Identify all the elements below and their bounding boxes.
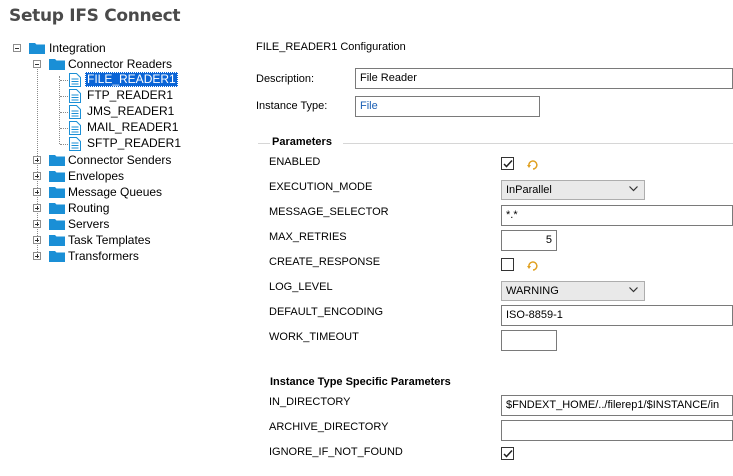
folder-icon (29, 43, 45, 54)
tree-line (59, 76, 60, 144)
log-level-select[interactable]: WARNING (501, 281, 645, 301)
checkmark-icon (503, 159, 513, 168)
folder-icon (49, 187, 65, 198)
checkmark-icon (503, 449, 513, 458)
instance-params-title: Instance Type Specific Parameters (270, 376, 451, 388)
message-selector-label: MESSAGE_SELECTOR (269, 206, 389, 218)
document-icon (69, 105, 81, 119)
instance-type-label: Instance Type: (256, 100, 328, 112)
chevron-down-icon (629, 287, 638, 293)
tree-item-connector-senders[interactable]: Connector Senders (66, 153, 173, 168)
archive-directory-field[interactable] (501, 420, 733, 441)
enabled-checkbox[interactable] (501, 157, 514, 170)
expand-toggle[interactable] (33, 188, 41, 196)
tree-line (60, 80, 68, 81)
execution-mode-label: EXECUTION_MODE (269, 181, 373, 193)
chevron-down-icon (629, 186, 638, 192)
tree-item-message-queues[interactable]: Message Queues (66, 185, 164, 200)
undo-icon[interactable] (527, 261, 538, 271)
tree-item-connector-readers[interactable]: Connector Readers (66, 57, 174, 72)
expand-toggle[interactable] (33, 156, 41, 164)
archive-directory-label: ARCHIVE_DIRECTORY (269, 421, 389, 433)
create-response-label: CREATE_RESPONSE (269, 256, 381, 268)
folder-icon (49, 251, 65, 262)
log-level-value: WARNING (506, 285, 559, 297)
collapse-toggle[interactable] (13, 44, 21, 52)
config-title: FILE_READER1 Configuration (256, 41, 406, 53)
description-field[interactable]: File Reader (355, 68, 733, 89)
parameters-title: Parameters (272, 136, 332, 148)
in-directory-field[interactable]: $FNDEXT_HOME/../filerep1/$INSTANCE/in (501, 395, 733, 416)
expand-toggle[interactable] (33, 172, 41, 180)
folder-icon (49, 59, 65, 70)
expand-toggle[interactable] (33, 204, 41, 212)
document-icon (69, 121, 81, 135)
tree-item-integration[interactable]: Integration (47, 41, 108, 56)
tree-item-ftp-reader1[interactable]: FTP_READER1 (85, 88, 175, 103)
log-level-label: LOG_LEVEL (269, 281, 333, 293)
description-label: Description: (256, 73, 315, 85)
folder-icon (49, 219, 65, 230)
tree-item-task-templates[interactable]: Task Templates (66, 233, 152, 248)
tree-line (60, 112, 68, 113)
create-response-checkbox[interactable] (501, 258, 514, 271)
tree-line (60, 96, 68, 97)
work-timeout-label: WORK_TIMEOUT (269, 331, 359, 343)
ignore-if-not-found-checkbox[interactable] (501, 447, 514, 460)
tree-item-file-reader1[interactable]: FILE_READER1 (85, 72, 178, 87)
expand-toggle[interactable] (33, 236, 41, 244)
document-icon (69, 137, 81, 151)
folder-icon (49, 155, 65, 166)
expand-toggle[interactable] (33, 220, 41, 228)
default-encoding-label: DEFAULT_ENCODING (269, 306, 384, 318)
collapse-toggle[interactable] (33, 60, 41, 68)
document-icon (69, 89, 81, 103)
expand-toggle[interactable] (33, 252, 41, 260)
group-border (343, 143, 733, 144)
tree-line (60, 128, 68, 129)
folder-icon (49, 203, 65, 214)
group-border (258, 143, 270, 144)
tree-item-servers[interactable]: Servers (66, 217, 111, 232)
tree-item-sftp-reader1[interactable]: SFTP_READER1 (85, 136, 183, 151)
tree-item-jms-reader1[interactable]: JMS_READER1 (85, 104, 176, 119)
in-directory-label: IN_DIRECTORY (269, 396, 351, 408)
execution-mode-value: InParallel (506, 184, 552, 196)
enabled-label: ENABLED (269, 156, 321, 168)
instance-type-field[interactable]: File (355, 96, 540, 117)
ignore-if-not-found-label: IGNORE_IF_NOT_FOUND (269, 446, 403, 458)
tree-item-envelopes[interactable]: Envelopes (66, 169, 126, 184)
max-retries-field[interactable]: 5 (501, 230, 557, 251)
tree-item-transformers[interactable]: Transformers (66, 249, 141, 264)
undo-icon[interactable] (527, 160, 538, 170)
folder-icon (49, 171, 65, 182)
document-icon (69, 73, 81, 87)
integration-tree: Integration Connector Readers FILE_READE… (0, 0, 240, 476)
tree-line (60, 144, 68, 145)
folder-icon (49, 235, 65, 246)
execution-mode-select[interactable]: InParallel (501, 180, 645, 200)
tree-item-mail-reader1[interactable]: MAIL_READER1 (85, 120, 180, 135)
tree-item-routing[interactable]: Routing (66, 201, 111, 216)
message-selector-field[interactable]: *.* (501, 205, 733, 226)
max-retries-label: MAX_RETRIES (269, 231, 347, 243)
default-encoding-field[interactable]: ISO-8859-1 (501, 305, 733, 326)
work-timeout-field[interactable] (501, 330, 557, 351)
